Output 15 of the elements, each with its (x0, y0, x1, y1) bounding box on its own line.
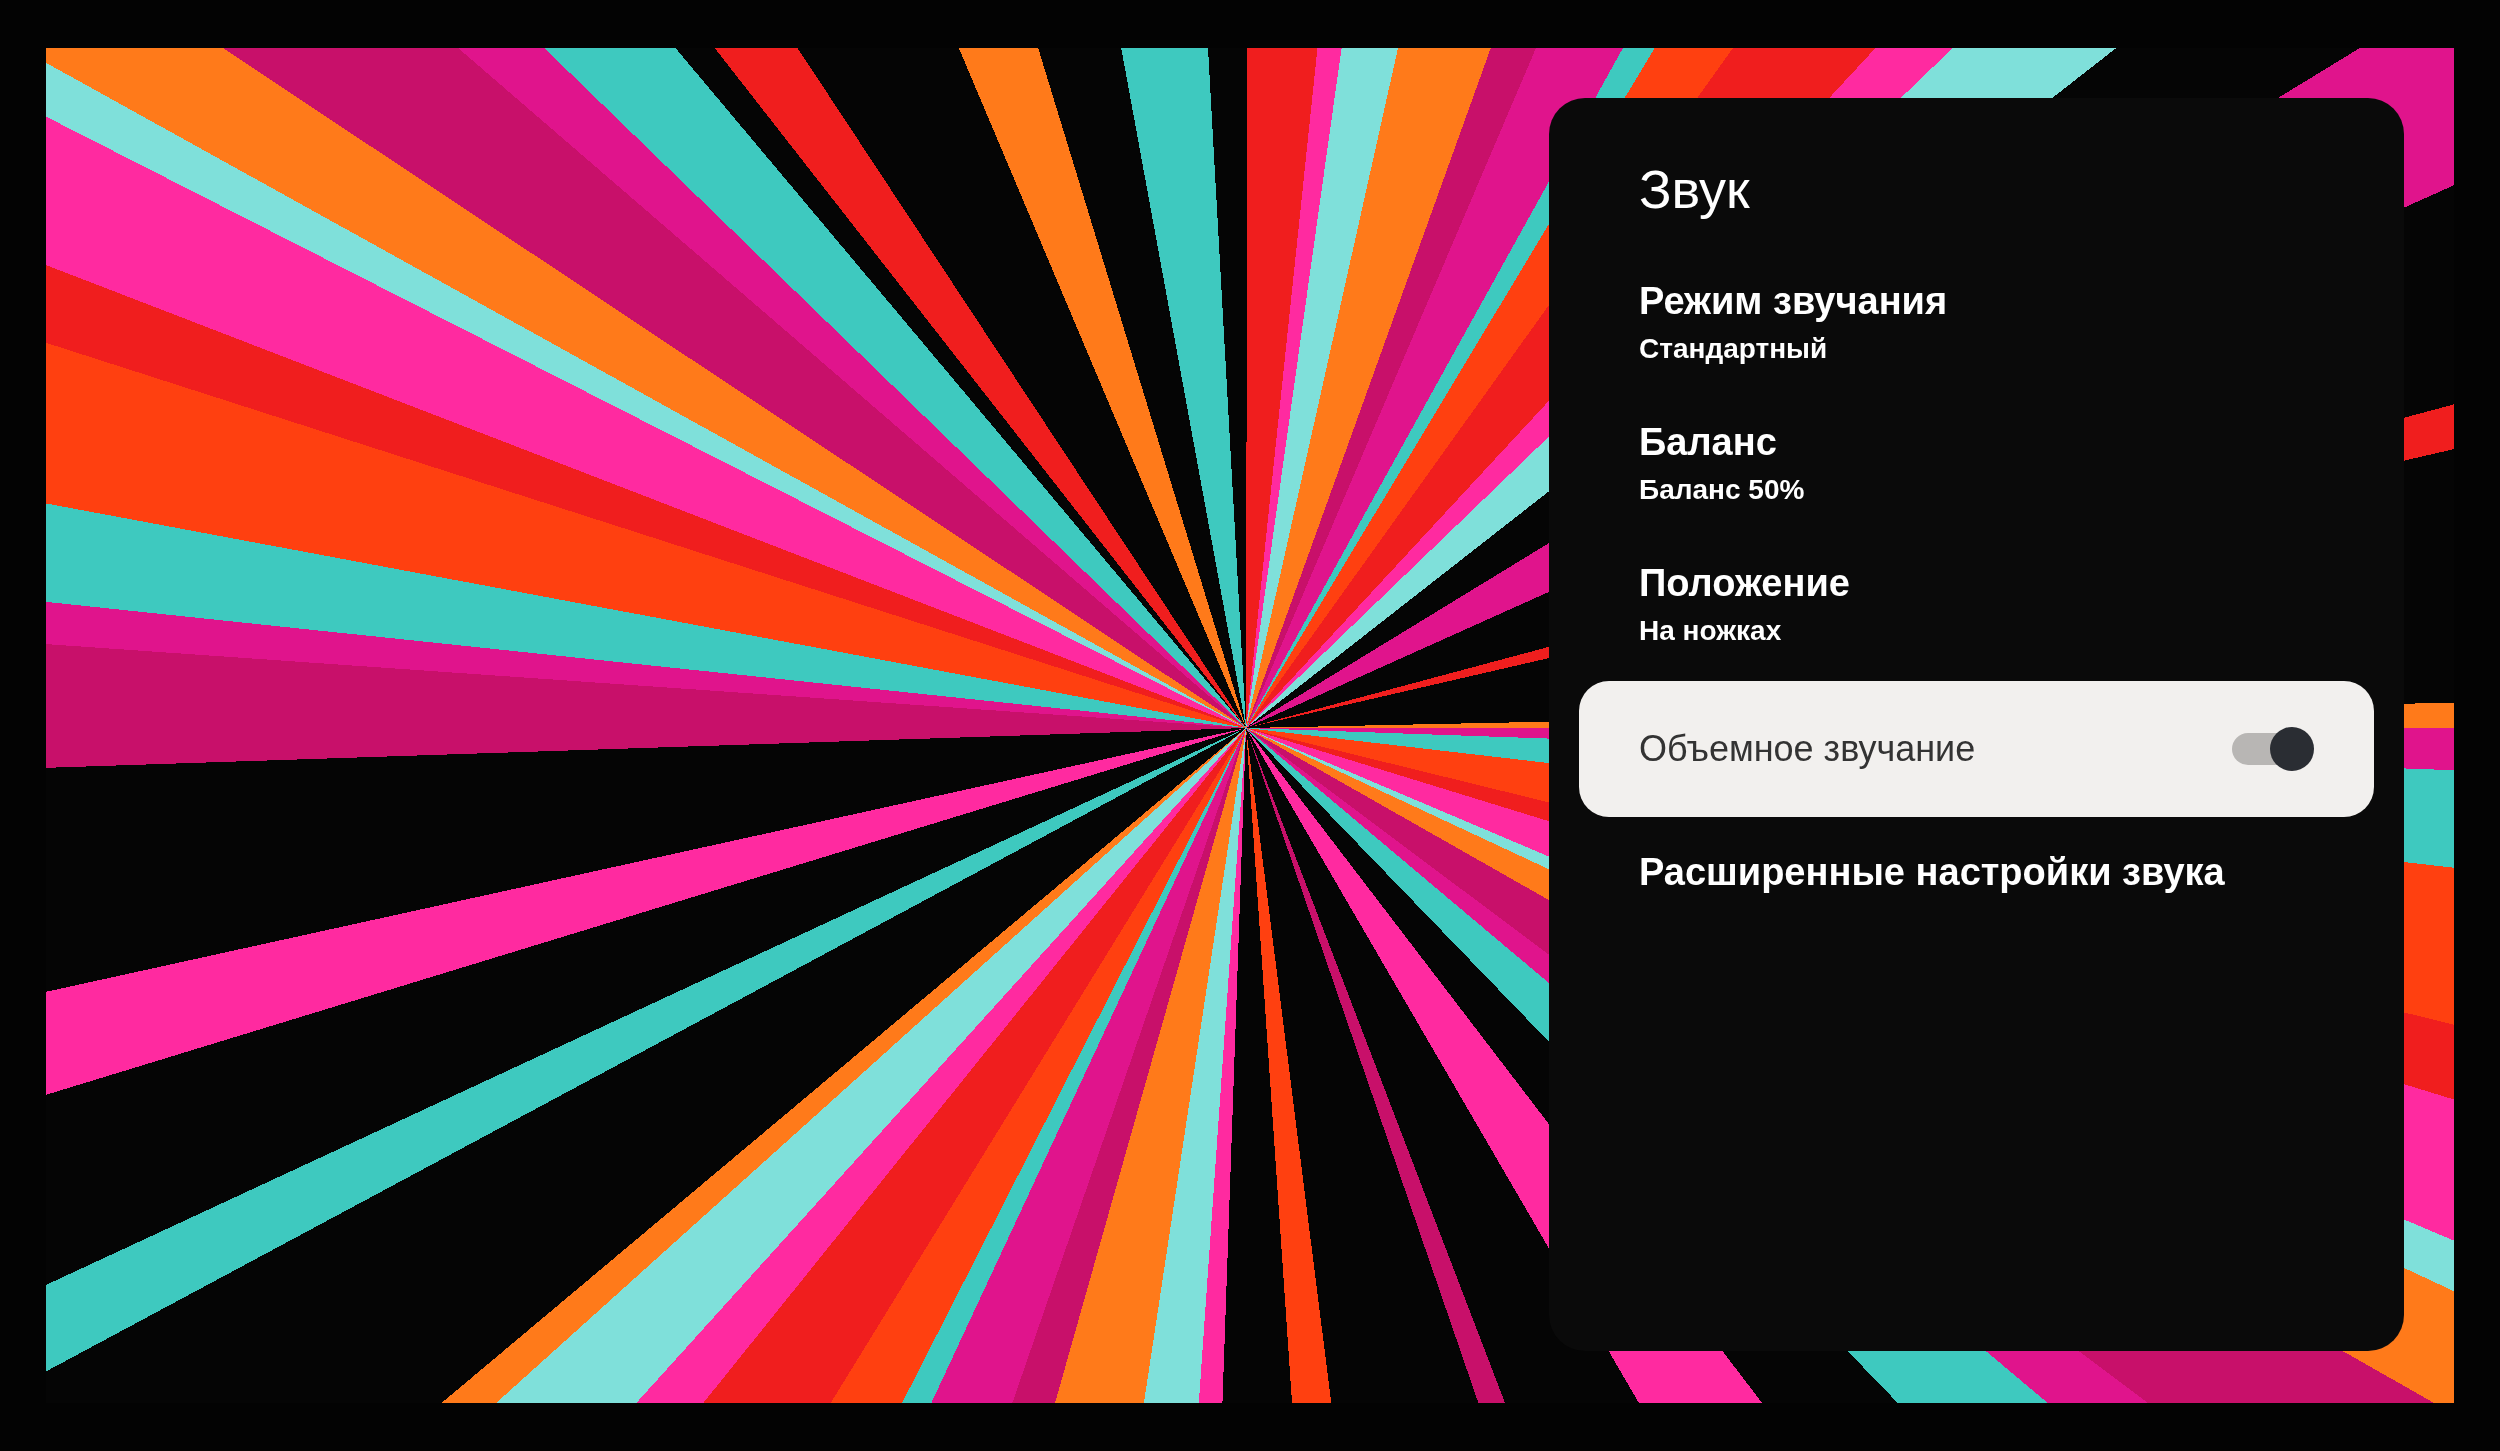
toggle-item[interactable]: Объемное звучание (1579, 681, 2374, 817)
menu-item[interactable]: Расширенные настройки звука (1579, 829, 2374, 916)
setting-item[interactable]: Режим звучания Стандартный (1579, 258, 2374, 387)
setting-value: Стандартный (1639, 333, 1829, 365)
setting-value: Баланс 50% (1639, 474, 1805, 506)
menu-label: Расширенные настройки звука (1639, 851, 2225, 894)
setting-label: Положение (1639, 562, 1850, 605)
setting-label: Объемное звучание (1639, 728, 1976, 770)
setting-item[interactable]: Баланс Баланс 50% (1579, 399, 2374, 528)
toggle-switch[interactable] (2230, 727, 2314, 771)
setting-item[interactable]: Положение На ножках (1579, 540, 2374, 669)
setting-label: Режим звучания (1639, 280, 1948, 323)
setting-value: На ножках (1639, 615, 1783, 647)
panel-title: Звук (1638, 158, 1751, 221)
setting-label: Баланс (1639, 421, 1778, 464)
